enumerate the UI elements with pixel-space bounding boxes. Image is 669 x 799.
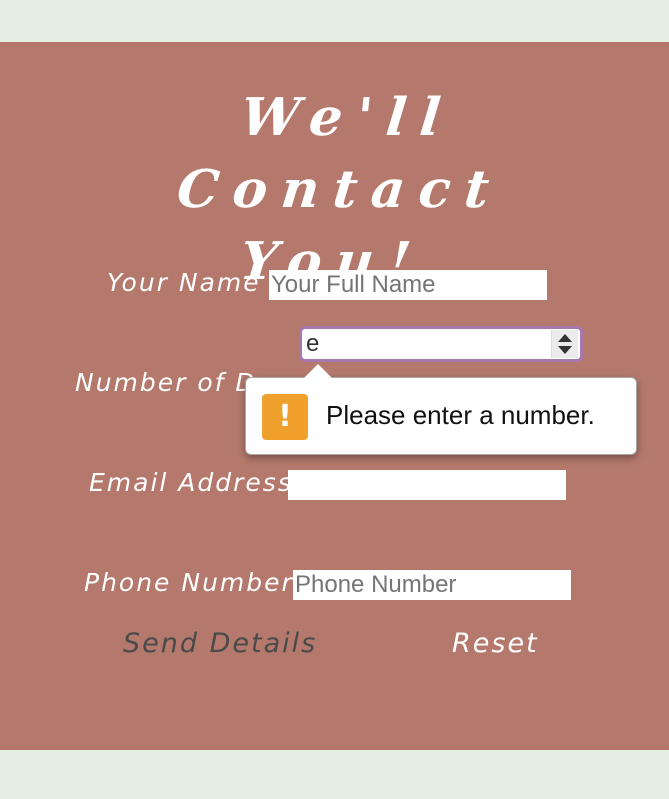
email-label: Email Address xyxy=(89,468,293,497)
email-input[interactable] xyxy=(288,470,566,500)
validation-message: Please enter a number. xyxy=(326,400,595,430)
validation-tooltip: ! Please enter a number. xyxy=(245,364,637,455)
spin-down-icon[interactable] xyxy=(558,346,572,354)
page-title: We'll Contact You! xyxy=(49,82,632,298)
title-line-1: We'll Contact xyxy=(174,87,506,220)
tooltip-arrow xyxy=(304,364,332,378)
warning-icon: ! xyxy=(262,394,308,440)
phone-label: Phone Number xyxy=(84,568,294,597)
dogs-number-field[interactable] xyxy=(299,326,583,362)
phone-input[interactable] xyxy=(293,570,571,600)
spin-up-icon[interactable] xyxy=(558,334,572,342)
number-spinner[interactable] xyxy=(551,330,578,358)
dogs-input[interactable] xyxy=(304,329,546,359)
send-details-button[interactable]: Send Details xyxy=(123,628,317,659)
name-input[interactable] xyxy=(269,270,547,300)
reset-button[interactable]: Reset xyxy=(452,628,539,659)
name-label: Your Name xyxy=(107,268,261,297)
